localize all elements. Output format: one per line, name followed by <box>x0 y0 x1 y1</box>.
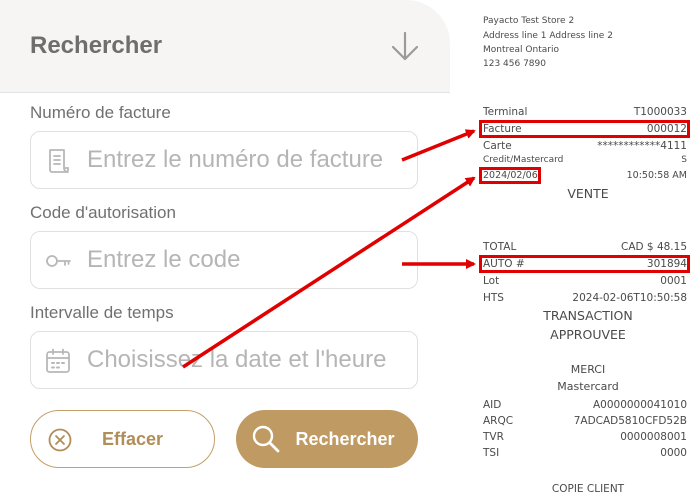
aid-value: A0000000041010 <box>592 399 687 411</box>
receipt-icon <box>49 149 69 173</box>
search-panel: Rechercher Numéro de facture Code d'auto… <box>0 0 450 500</box>
time-interval-field[interactable] <box>30 331 418 389</box>
store-name: Payacto Test Store 2 <box>483 16 575 26</box>
calendar-icon <box>46 348 70 373</box>
time-interval-input[interactable] <box>87 332 413 387</box>
status-line-2: APPROUVEE <box>550 327 626 342</box>
hts-value: 2024-02-06T10:50:58 <box>572 292 687 304</box>
card-type-label: Credit/Mastercard <box>483 155 564 165</box>
card-brand: Mastercard <box>557 380 619 393</box>
date-highlight <box>479 167 541 184</box>
time-interval-label: Intervalle de temps <box>30 303 174 322</box>
search-button-label: Rechercher <box>295 428 395 449</box>
store-phone: 123 456 7890 <box>483 59 546 69</box>
total-value: CAD $ 48.15 <box>620 241 687 253</box>
lot-label: Lot <box>483 275 500 287</box>
receipt-time: 10:50:58 AM <box>626 170 687 181</box>
hts-label: HTS <box>483 292 504 304</box>
card-value: ************4111 <box>597 140 687 152</box>
auth-code-input[interactable] <box>87 232 413 287</box>
key-icon <box>46 255 71 267</box>
tvr-label: TVR <box>483 431 504 443</box>
merci-text: MERCI <box>570 363 606 376</box>
auth-code-field[interactable] <box>30 231 418 289</box>
aid-label: AID <box>483 399 502 411</box>
invoice-number-field[interactable] <box>30 131 418 189</box>
tsi-value: 0000 <box>660 447 687 459</box>
copy-label: COPIE CLIENT <box>551 483 625 495</box>
auto-highlight <box>479 255 690 273</box>
arrow-down-icon[interactable] <box>388 30 422 64</box>
receipt: Payacto Test Store 2 Address line 1 Addr… <box>476 0 700 500</box>
lot-value: 0001 <box>660 275 687 287</box>
clear-icon <box>48 428 72 452</box>
facture-highlight <box>479 120 690 138</box>
terminal-label: Terminal <box>483 106 528 118</box>
card-label: Carte <box>483 140 512 152</box>
search-button[interactable]: Rechercher <box>236 410 418 468</box>
arqc-value: 7ADCAD5810CFD52B <box>573 415 687 427</box>
clear-button[interactable]: Effacer <box>30 410 215 468</box>
search-icon <box>252 425 280 453</box>
total-label: TOTAL <box>483 241 517 253</box>
panel-header: Rechercher <box>0 0 450 92</box>
status-line-1: TRANSACTION <box>543 308 633 323</box>
arqc-label: ARQC <box>483 415 514 427</box>
invoice-number-label: Numéro de facture <box>30 103 171 122</box>
clear-button-label: Effacer <box>101 428 164 449</box>
card-type-value: S <box>681 155 687 165</box>
tvr-value: 0000008001 <box>620 431 687 443</box>
tsi-label: TSI <box>483 447 500 459</box>
transaction-type: VENTE <box>567 186 609 201</box>
store-city: Montreal Ontario <box>483 45 559 55</box>
store-address: Address line 1 Address line 2 <box>483 31 613 41</box>
terminal-value: T1000033 <box>633 106 687 118</box>
auth-code-label: Code d'autorisation <box>30 203 176 222</box>
panel-title: Rechercher <box>30 32 163 59</box>
invoice-number-input[interactable] <box>87 132 413 187</box>
